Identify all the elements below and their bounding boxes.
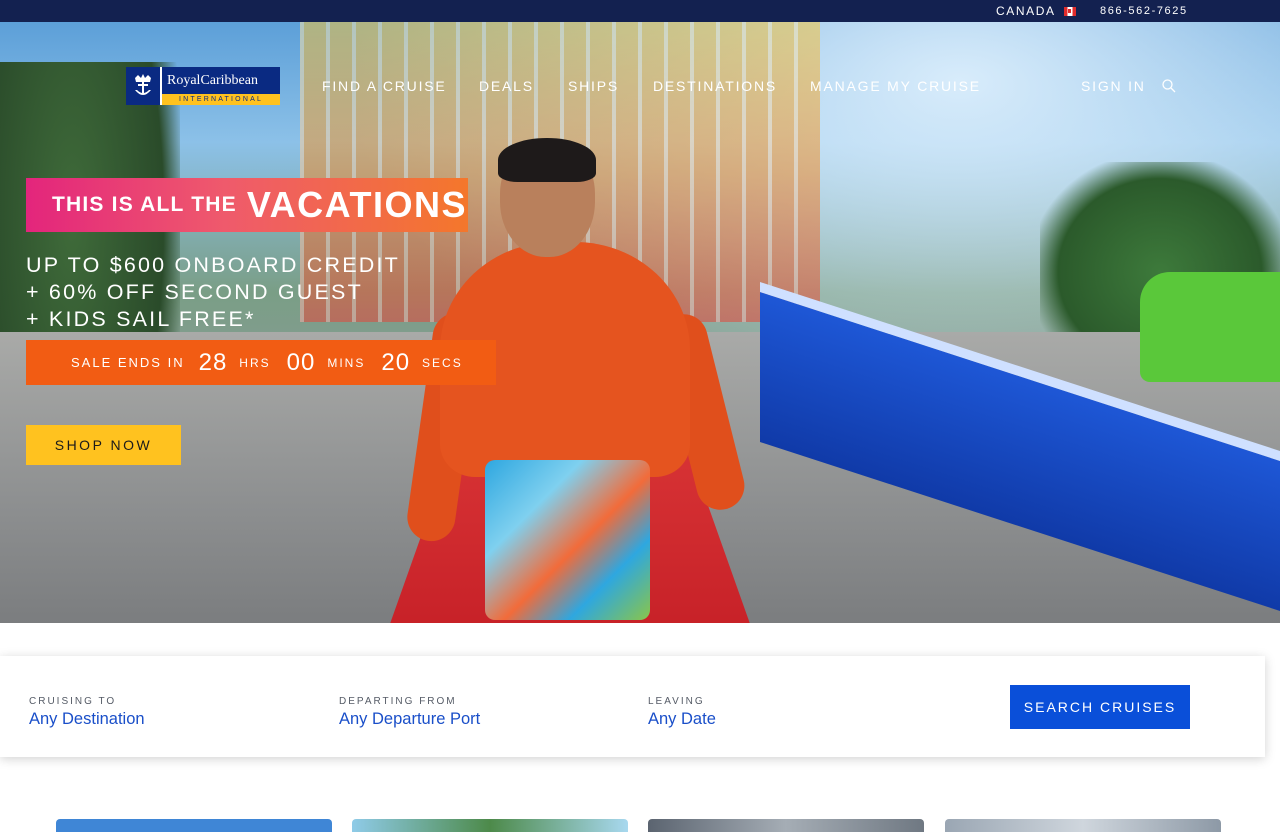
badge-big-text: VACATIONS [246,184,468,225]
sale-countdown: SALE ENDS IN 28 HRS 00 MINS 20 SECS [26,340,496,385]
departing-from-field[interactable]: DEPARTING FROM Any Departure Port [339,696,480,729]
green-slide [1140,272,1280,382]
utility-bar: CANADA 866-562-7625 [0,0,1280,22]
field-value: Any Date [648,710,716,728]
countdown-minutes: 00 [286,348,316,376]
field-value: Any Departure Port [339,710,481,728]
countdown-minutes-unit: MINS [327,355,366,370]
leaving-date-field[interactable]: LEAVING Any Date [648,696,716,729]
sign-in-link[interactable]: SIGN IN [1081,78,1146,94]
offer-line: + KIDS SAIL FREE* [26,307,256,331]
offer-text: UP TO $600 ONBOARD CREDIT + 60% OFF SECO… [26,252,400,333]
field-caption: DEPARTING FROM [339,696,457,707]
phone-number[interactable]: 866-562-7625 [1100,5,1188,17]
field-caption: LEAVING [648,696,705,707]
nav-find-a-cruise[interactable]: FIND A CRUISE [322,78,447,94]
promo-headline-badge: THIS IS ALL THE VACATIONS [26,178,468,232]
countdown-seconds: 20 [381,348,411,376]
country-label: CANADA [996,4,1056,18]
nav-ships[interactable]: SHIPS [568,78,619,94]
cruising-to-field[interactable]: CRUISING TO Any Destination [29,696,145,729]
countdown-label: SALE ENDS IN [71,355,185,370]
nav-links: FIND A CRUISE DEALS SHIPS DESTINATIONS M… [0,78,1280,94]
destination-card[interactable] [352,819,628,832]
offer-line: + 60% OFF SECOND GUEST [26,280,363,304]
destination-card[interactable] [648,819,924,832]
nav-manage-my-cruise[interactable]: MANAGE MY CRUISE [810,78,981,94]
country-selector[interactable]: CANADA [996,4,1076,18]
countdown-hours-unit: HRS [239,355,271,370]
destination-card[interactable] [56,819,332,832]
nav-deals[interactable]: DEALS [479,78,534,94]
main-nav: RoyalCaribbean INTERNATIONAL FIND A CRUI… [0,22,1280,122]
search-cruises-button[interactable]: SEARCH CRUISES [1010,685,1190,729]
countdown-seconds-unit: SECS [422,355,463,370]
badge-small-text: THIS IS ALL THE [52,193,237,216]
destination-card[interactable] [945,819,1221,832]
offer-line: UP TO $600 ONBOARD CREDIT [26,253,401,277]
cruise-search-bar: CRUISING TO Any Destination DEPARTING FR… [0,656,1265,757]
countdown-hours: 28 [198,348,228,376]
logo-tagline: INTERNATIONAL [162,94,280,105]
field-caption: CRUISING TO [29,696,117,707]
canada-flag-icon [1063,6,1076,16]
destination-cards [0,819,1280,832]
shop-now-button[interactable]: SHOP NOW [26,425,181,465]
search-icon[interactable] [1162,79,1176,93]
field-value: Any Destination [29,710,145,728]
nav-destinations[interactable]: DESTINATIONS [653,78,777,94]
